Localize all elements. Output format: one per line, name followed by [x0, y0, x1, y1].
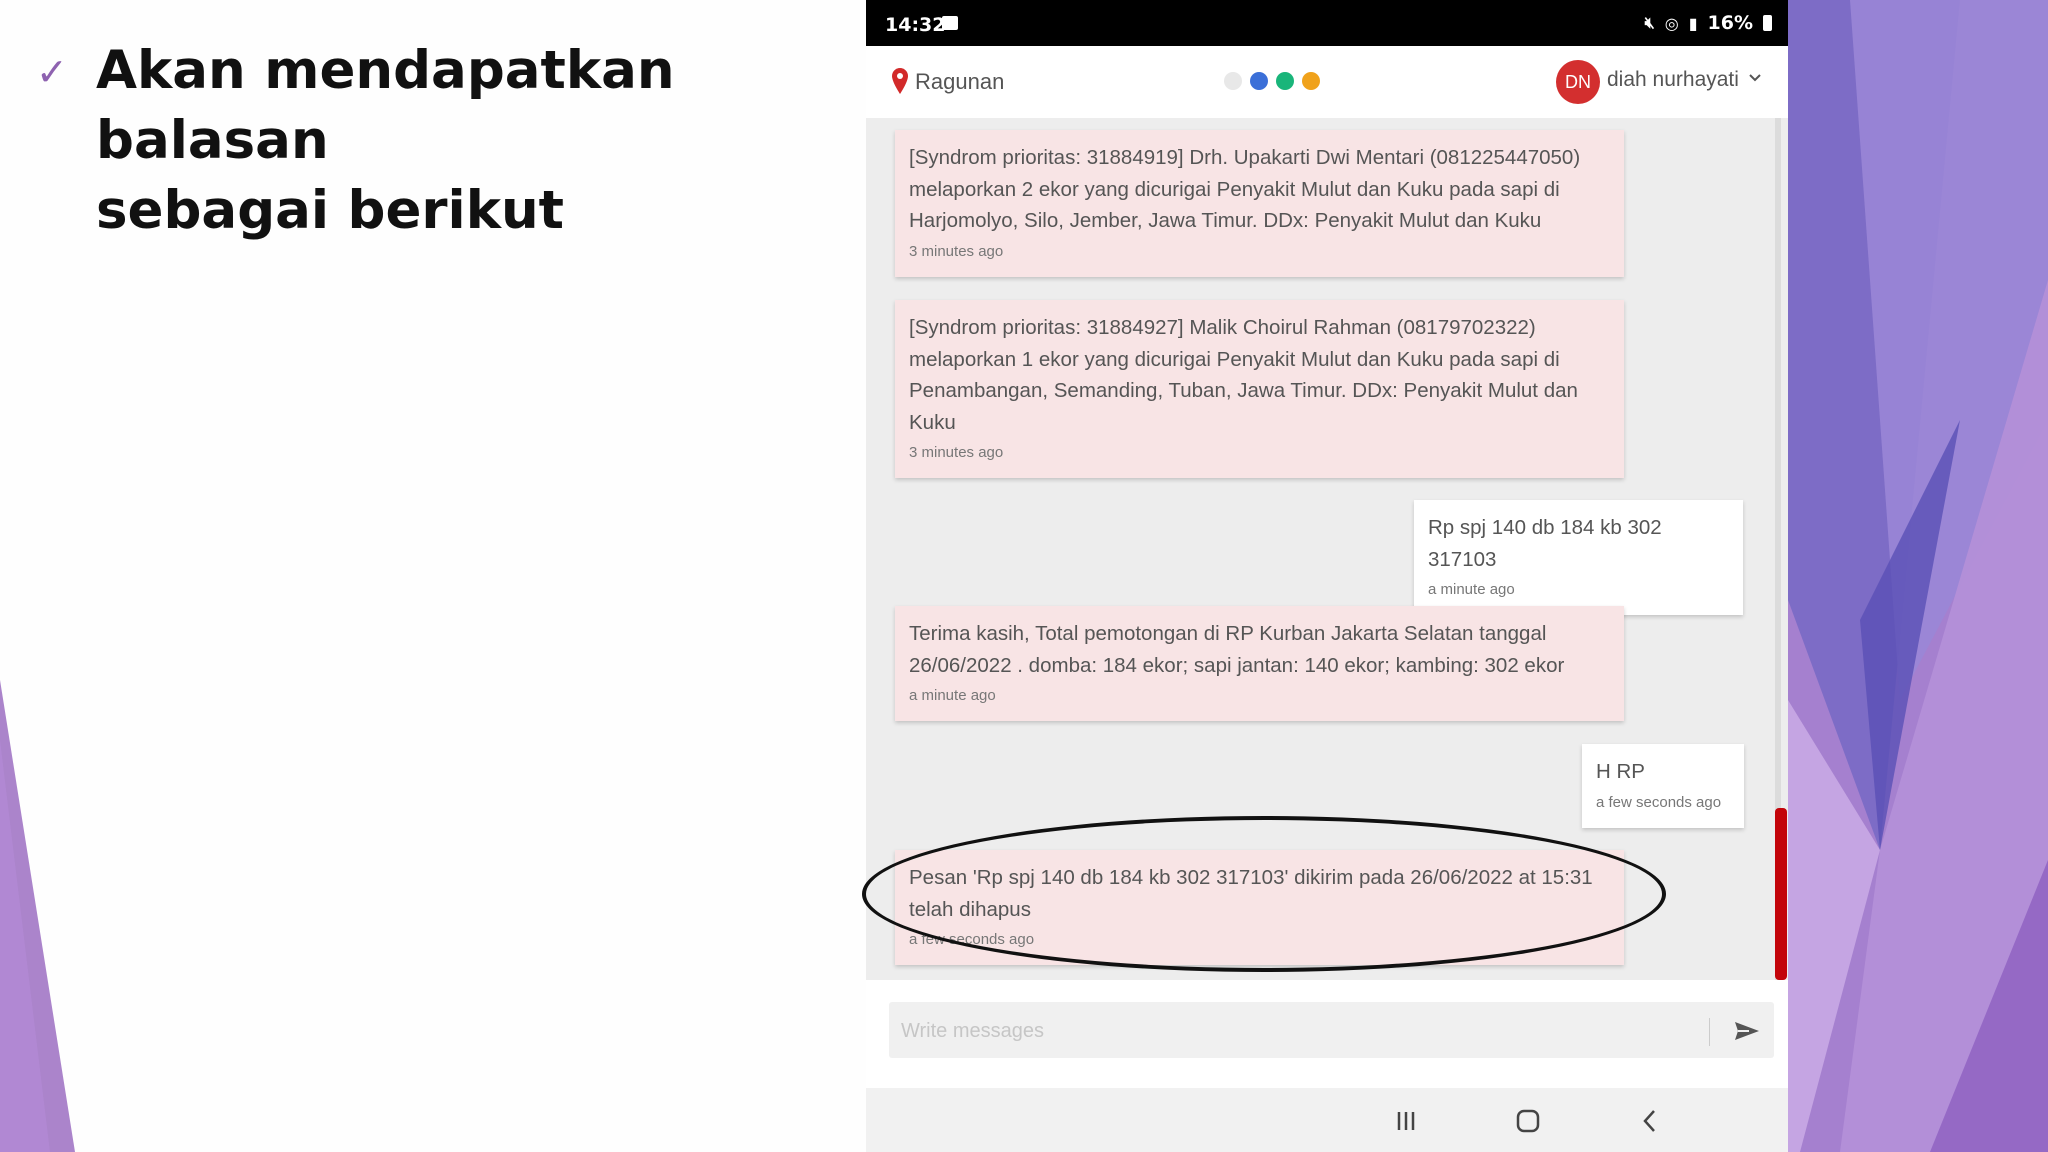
message-line: melaporkan 1 ekor yang dicurigai Penyaki… — [909, 347, 1560, 371]
message-time: a minute ago — [909, 687, 996, 704]
message-incoming: [Syndrom prioritas: 31884919] Drh. Upaka… — [895, 130, 1624, 277]
bullet-line-2: sebagai berikut — [96, 180, 565, 241]
message-time: a few seconds ago — [909, 931, 1035, 948]
message-deleted-notice: Pesan 'Rp spj 140 db 184 kb 302 317103' … — [895, 850, 1624, 965]
status-dots — [1224, 72, 1320, 90]
message-composer — [866, 980, 1788, 1088]
chevron-down-icon[interactable] — [1748, 73, 1762, 83]
phone-screen: 14:32 🔇︎ ◎ ▮ 16% Ragunan DN diah nurhaya… — [866, 0, 1788, 1152]
back-icon[interactable] — [1630, 1106, 1670, 1136]
message-time: a few seconds ago — [1596, 793, 1722, 811]
message-line: H RP — [1596, 760, 1645, 783]
bullet-line-1: Akan mendapatkan balasan — [96, 40, 675, 171]
status-bar: 14:32 🔇︎ ◎ ▮ 16% — [866, 0, 1788, 46]
gallery-notification-icon — [942, 16, 958, 30]
message-line: Pesan 'Rp spj 140 db 184 kb 302 317103' … — [909, 866, 1593, 889]
message-line: [Syndrom prioritas: 31884927] Malik Choi… — [909, 316, 1536, 339]
location-name[interactable]: Ragunan — [915, 69, 1004, 95]
message-outgoing: H RP a few seconds ago — [1582, 744, 1744, 828]
message-line: 26/06/2022 . domba: 184 ekor; sapi janta… — [909, 653, 1565, 677]
message-line: Terima kasih, Total pemotongan di RP Kur… — [909, 622, 1547, 645]
battery-icon — [1763, 15, 1772, 31]
chat-thread[interactable]: [Syndrom prioritas: 31884919] Drh. Upaka… — [866, 118, 1788, 980]
message-input[interactable] — [899, 1002, 1723, 1060]
status-dot — [1224, 72, 1242, 90]
message-line: Harjomolyo, Silo, Jember, Jawa Timur. DD… — [909, 209, 1542, 232]
user-name[interactable]: diah nurhayati — [1607, 68, 1739, 92]
message-line: melaporkan 2 ekor yang dicurigai Penyaki… — [909, 177, 1560, 201]
mute-icon: 🔇︎ — [1644, 13, 1655, 32]
message-line: Kuku — [909, 410, 956, 434]
signal-icon: ▮ — [1688, 13, 1698, 33]
location-pin-icon — [892, 68, 908, 94]
message-time: 3 minutes ago — [909, 242, 1004, 260]
message-line: telah dihapus — [909, 897, 1031, 921]
hotspot-icon: ◎ — [1664, 13, 1679, 33]
status-dot — [1302, 72, 1320, 90]
status-icons: 🔇︎ ◎ ▮ 16% — [1645, 12, 1772, 34]
status-dot — [1250, 72, 1268, 90]
avatar[interactable]: DN — [1556, 60, 1600, 104]
message-line: Penambangan, Semanding, Tuban, Jawa Timu… — [909, 379, 1578, 402]
android-nav-bar — [866, 1088, 1788, 1152]
message-line: [Syndrom prioritas: 31884919] Drh. Upaka… — [909, 146, 1581, 169]
message-line: Rp spj 140 db 184 kb 302 317103 — [1428, 516, 1662, 571]
status-time: 14:32 — [885, 14, 946, 36]
send-icon[interactable] — [1729, 1014, 1765, 1048]
message-input-box — [889, 1002, 1774, 1060]
message-incoming: [Syndrom prioritas: 31884927] Malik Choi… — [895, 300, 1624, 478]
app-header: Ragunan DN diah nurhayati — [866, 46, 1788, 118]
home-icon[interactable] — [1508, 1106, 1548, 1136]
checkmark-icon: ✓ — [36, 50, 68, 94]
message-outgoing: Rp spj 140 db 184 kb 302 317103 a minute… — [1414, 500, 1743, 615]
input-divider — [1709, 1018, 1710, 1046]
battery-percent: 16% — [1707, 12, 1753, 34]
scrollbar-thumb[interactable] — [1775, 808, 1787, 980]
recent-apps-icon[interactable] — [1386, 1106, 1426, 1136]
message-time: a minute ago — [1428, 581, 1515, 598]
message-time: 3 minutes ago — [909, 444, 1004, 461]
slide-bullet-text: Akan mendapatkan balasan sebagai berikut — [96, 36, 836, 246]
message-incoming: Terima kasih, Total pemotongan di RP Kur… — [895, 606, 1624, 721]
status-dot — [1276, 72, 1294, 90]
